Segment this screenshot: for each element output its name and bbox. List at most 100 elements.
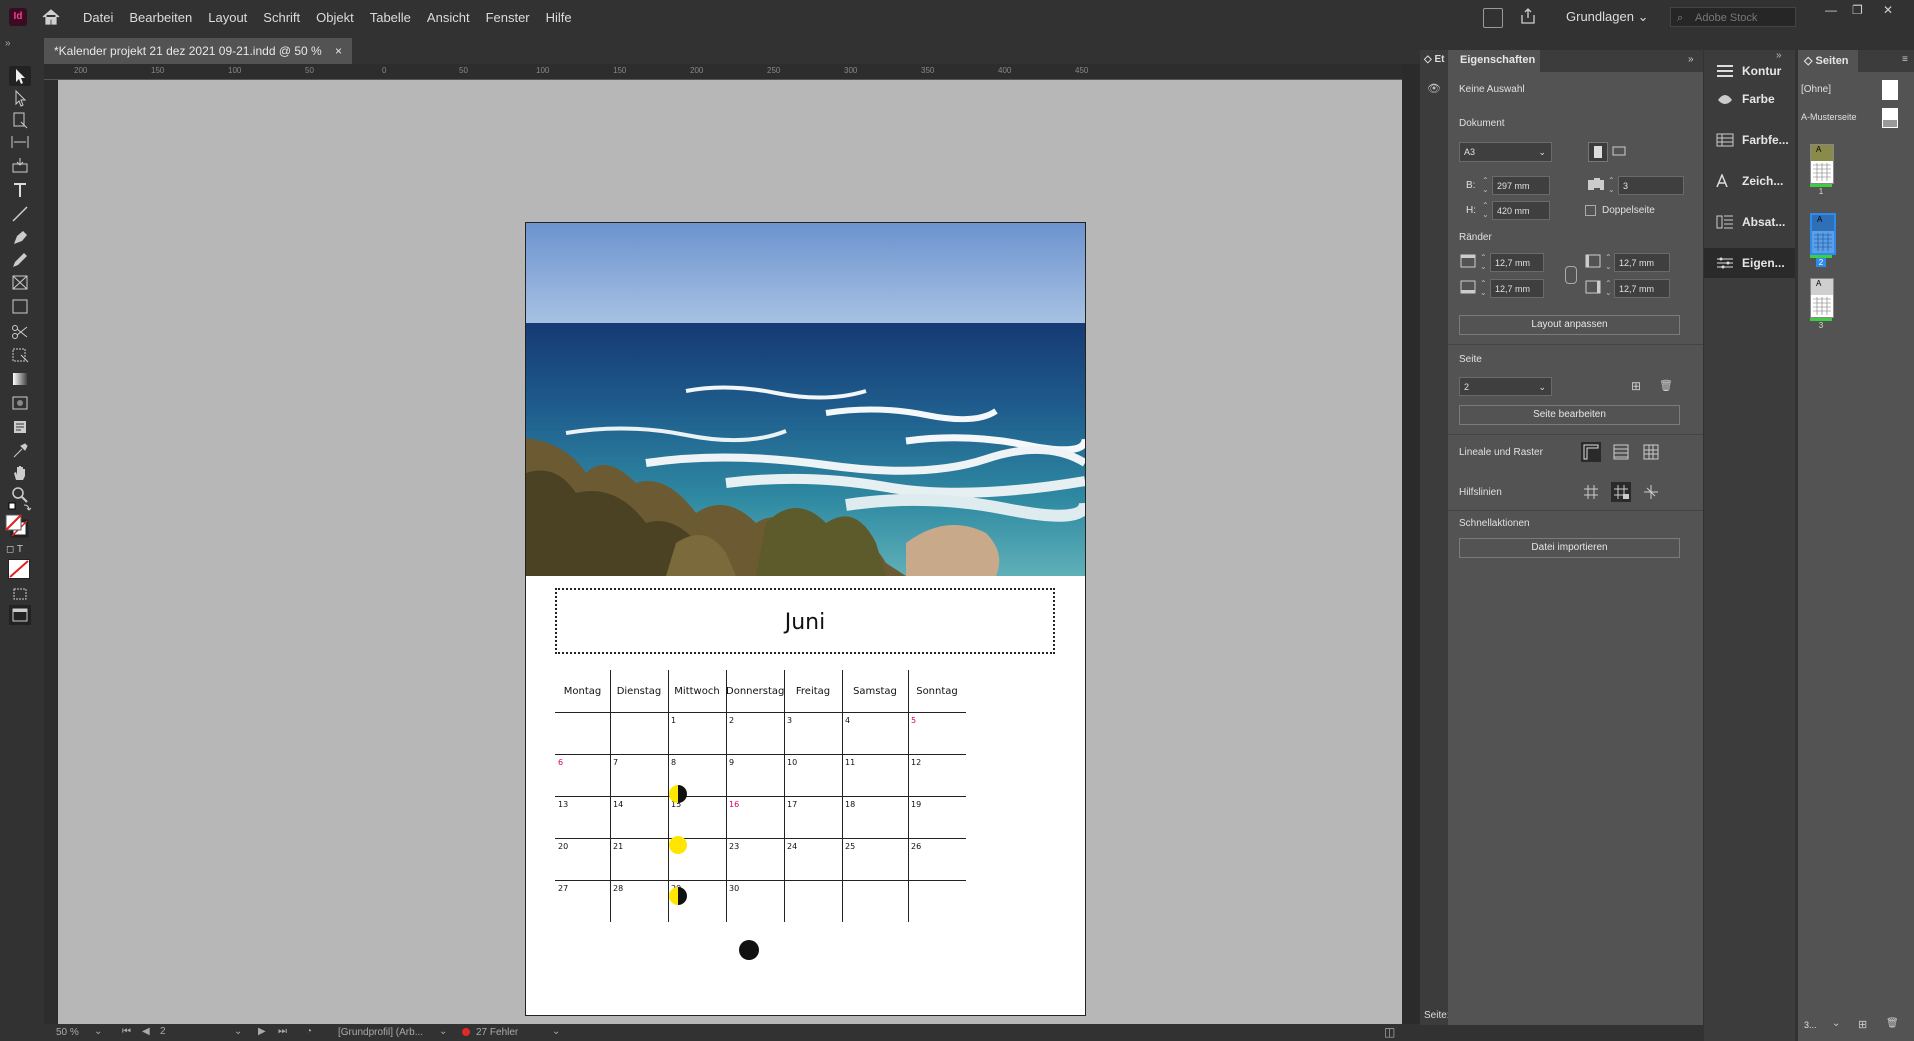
restore-icon[interactable]: ❐ — [1852, 3, 1863, 17]
portrait-orientation-icon[interactable] — [1588, 142, 1608, 162]
gap-tool-icon[interactable] — [9, 132, 31, 152]
margin-left-stepper-icon[interactable]: ⌃ ⌄ — [1605, 253, 1612, 271]
landscape-orientation-icon[interactable] — [1610, 142, 1630, 162]
free-transform-tool-icon[interactable] — [9, 345, 31, 365]
pen-tool-icon[interactable] — [9, 227, 31, 247]
menu-ansicht[interactable]: Ansicht — [427, 10, 470, 25]
toggle-rulers-icon[interactable] — [1581, 442, 1601, 462]
adjust-layout-button[interactable]: Layout anpassen — [1459, 315, 1680, 335]
gradient-tool-icon[interactable] — [9, 369, 31, 389]
page-size-dropdown[interactable]: A3 ⌄ — [1459, 142, 1552, 162]
document-grid-icon[interactable] — [1641, 442, 1661, 462]
a-master-thumbnail[interactable] — [1882, 108, 1898, 128]
previous-page-icon[interactable]: ◀ — [142, 1026, 150, 1037]
share-icon[interactable] — [1519, 7, 1537, 25]
rectangle-tool-icon[interactable] — [9, 297, 31, 317]
menu-hilfe[interactable]: Hilfe — [546, 10, 572, 25]
screen-mode-icon[interactable] — [9, 605, 31, 625]
a-master[interactable]: A-Musterseite — [1801, 112, 1857, 122]
margin-right-field[interactable]: 12,7 mm — [1614, 279, 1670, 298]
pages-menu-icon[interactable]: ≡ — [1902, 54, 1908, 65]
calendar-table[interactable]: Montag Dienstag Mittwoch Donnerstag Freitag S… — [555, 670, 1055, 976]
hand-tool-icon[interactable] — [9, 463, 31, 483]
type-tool-icon[interactable] — [9, 180, 31, 200]
dock-item-zeichen[interactable]: Zeich... — [1704, 166, 1795, 196]
add-page-icon[interactable]: ⊞ — [1631, 379, 1641, 393]
properties-tab[interactable]: Eigenschaften — [1448, 50, 1540, 72]
width-field[interactable]: 297 mm — [1492, 176, 1550, 195]
pencil-tool-icon[interactable] — [9, 250, 31, 270]
lock-guides-icon[interactable] — [1611, 482, 1631, 502]
home-icon[interactable] — [40, 7, 62, 27]
menu-datei[interactable]: Datei — [83, 10, 113, 25]
baseline-grid-icon[interactable] — [1611, 442, 1631, 462]
document-tab[interactable]: *Kalender projekt 21 dez 2021 09-21.indd… — [44, 38, 353, 64]
menu-objekt[interactable]: Objekt — [316, 10, 354, 25]
minimize-icon[interactable]: — — [1825, 3, 1837, 17]
margin-top-field[interactable]: 12,7 mm — [1490, 253, 1544, 272]
delete-page-icon[interactable]: 🗑 — [1659, 379, 1673, 392]
page-thumbnail-1[interactable]: A 1 — [1810, 144, 1834, 196]
width-stepper-icon[interactable]: ⌃ ⌄ — [1482, 176, 1489, 194]
eyedropper-tool-icon[interactable] — [9, 440, 31, 460]
menu-schrift[interactable]: Schrift — [263, 10, 300, 25]
edit-page-button[interactable]: Seite bearbeiten — [1459, 405, 1680, 425]
profile-dropdown-icon[interactable]: ⌄ — [439, 1026, 447, 1037]
close-tab-icon[interactable]: × — [335, 44, 342, 58]
preflight-profile[interactable]: [Grundprofil] (Arb... — [338, 1027, 423, 1038]
visibility-eye-icon[interactable]: 👁 — [1427, 82, 1441, 95]
margin-left-field[interactable]: 12,7 mm — [1614, 253, 1670, 272]
page-size-icon[interactable]: ⌄ — [1832, 1018, 1840, 1029]
margin-bottom-stepper-icon[interactable]: ⌃ ⌄ — [1480, 279, 1487, 297]
split-window-icon[interactable]: ◫ — [1384, 1025, 1395, 1039]
collapse-toolbar-icon[interactable]: » — [5, 38, 11, 49]
direct-selection-tool-icon[interactable] — [9, 88, 31, 108]
facing-pages-checkbox[interactable] — [1585, 205, 1596, 216]
zoom-dropdown-icon[interactable]: ⌄ — [94, 1026, 102, 1037]
gradient-feather-tool-icon[interactable] — [9, 393, 31, 413]
page-select-dropdown[interactable]: 2 ⌄ — [1459, 377, 1552, 396]
vertical-scrollbar[interactable] — [1402, 64, 1420, 1024]
zoom-level[interactable]: 50 % — [56, 1027, 79, 1038]
panel-menu-icon[interactable]: » — [1688, 54, 1694, 65]
dock-item-farbfelder[interactable]: Farbfe... — [1704, 125, 1795, 155]
pasteboard[interactable]: Juni Montag Dienstag Mittwoch Donnerstag Fre… — [58, 80, 1402, 1024]
margin-bottom-field[interactable]: 12,7 mm — [1490, 279, 1544, 298]
page-tool-icon[interactable] — [9, 110, 31, 130]
close-window-icon[interactable]: ✕ — [1883, 3, 1893, 17]
sea-photo[interactable] — [526, 223, 1085, 576]
formatting-affects-icon[interactable]: ◻ T — [6, 544, 23, 555]
first-page-icon[interactable]: ⏮ — [122, 1026, 131, 1037]
height-stepper-icon[interactable]: ⌃ ⌄ — [1482, 201, 1489, 219]
new-page-icon[interactable]: ⊞ — [1858, 1018, 1867, 1031]
menu-layout[interactable]: Layout — [208, 10, 247, 25]
next-page-icon[interactable]: ▶ — [258, 1026, 266, 1037]
height-field[interactable]: 420 mm — [1492, 201, 1550, 220]
publish-online-icon[interactable] — [1483, 8, 1503, 28]
note-tool-icon[interactable] — [9, 417, 31, 437]
workspace-switcher[interactable]: Grundlagen ⌄ — [1566, 9, 1648, 25]
document-page[interactable]: Juni Montag Dienstag Mittwoch Donnerstag Fre… — [525, 222, 1086, 1016]
dock-item-eigenschaften[interactable]: Eigen... — [1704, 248, 1795, 278]
menu-fenster[interactable]: Fenster — [486, 10, 530, 25]
scissors-tool-icon[interactable] — [9, 322, 31, 342]
margin-top-stepper-icon[interactable]: ⌃ ⌄ — [1480, 253, 1487, 271]
rectangle-frame-tool-icon[interactable] — [9, 273, 31, 293]
adobe-stock-search[interactable]: ⌕ Adobe Stock — [1670, 7, 1796, 27]
line-tool-icon[interactable] — [9, 204, 31, 224]
content-collector-icon[interactable] — [9, 156, 31, 176]
page-dropdown-icon[interactable]: ⌄ — [234, 1026, 242, 1037]
margin-right-stepper-icon[interactable]: ⌃ ⌄ — [1605, 279, 1612, 297]
pages-count-field[interactable]: 3 — [1618, 176, 1684, 195]
open-preflight-icon[interactable]: ◔ — [306, 1026, 312, 1037]
pages-tab[interactable]: ◇ Seiten — [1798, 50, 1858, 72]
pages-stepper-icon[interactable]: ⌃ ⌄ — [1608, 176, 1615, 194]
view-mode-icon[interactable] — [9, 584, 31, 604]
indesign-app-icon[interactable]: Id — [9, 8, 27, 26]
page-thumbnail-3[interactable]: A 3 — [1810, 278, 1834, 330]
last-page-icon[interactable]: ⏭ — [278, 1026, 287, 1037]
apply-none-icon[interactable] — [8, 559, 30, 579]
none-master[interactable]: [Ohne] — [1801, 84, 1831, 95]
layers-tab[interactable]: ◇ Et — [1424, 54, 1444, 65]
errors-dropdown-icon[interactable]: ⌄ — [552, 1026, 560, 1037]
